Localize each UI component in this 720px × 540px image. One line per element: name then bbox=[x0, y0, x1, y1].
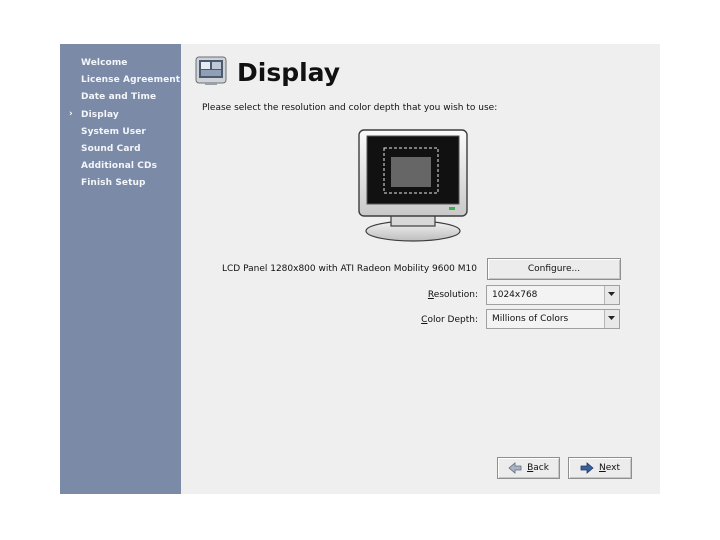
sidebar-item-date-and-time: Date and Time bbox=[81, 92, 157, 102]
display-settings-icon bbox=[195, 56, 227, 85]
next-button[interactable]: Next bbox=[568, 457, 632, 479]
sidebar-item-license-agreement: License Agreement bbox=[81, 75, 181, 85]
configure-button[interactable]: Configure... bbox=[487, 258, 621, 280]
resolution-label: Resolution: bbox=[428, 290, 478, 300]
sidebar-item-welcome: Welcome bbox=[81, 58, 128, 68]
sidebar-item-finish-setup: Finish Setup bbox=[81, 178, 146, 188]
monitor-preview-icon bbox=[358, 129, 468, 242]
sidebar-item-additional-cds: Additional CDs bbox=[81, 161, 158, 171]
current-step-arrow-icon: › bbox=[69, 109, 73, 119]
chevron-down-icon[interactable] bbox=[604, 286, 619, 304]
color-depth-select[interactable]: Millions of Colors bbox=[486, 309, 620, 329]
instruction-text: Please select the resolution and color d… bbox=[202, 103, 498, 113]
next-label-rest: ext bbox=[605, 463, 620, 473]
steps-sidebar: Welcome License Agreement Date and Time … bbox=[60, 44, 181, 494]
color-depth-label: Color Depth: bbox=[421, 315, 478, 325]
firstboot-window: Welcome License Agreement Date and Time … bbox=[60, 44, 660, 494]
back-label-rest: ack bbox=[533, 463, 549, 473]
back-arrow-icon bbox=[508, 462, 522, 474]
color-depth-value: Millions of Colors bbox=[492, 314, 569, 324]
resolution-label-rest: esolution: bbox=[433, 290, 478, 300]
chevron-down-icon[interactable] bbox=[604, 310, 619, 328]
next-arrow-icon bbox=[580, 462, 594, 474]
sidebar-item-sound-card: Sound Card bbox=[81, 144, 141, 154]
back-button[interactable]: Back bbox=[497, 457, 560, 479]
sidebar-item-display: Display bbox=[81, 110, 119, 120]
video-adapter-label: LCD Panel 1280x800 with ATI Radeon Mobil… bbox=[221, 264, 477, 274]
next-mnemonic: N bbox=[599, 463, 606, 473]
sidebar-item-system-user: System User bbox=[81, 127, 146, 137]
content-area: Display Please select the resolution and… bbox=[181, 44, 660, 494]
color-depth-label-rest: olor Depth: bbox=[427, 315, 478, 325]
resolution-select[interactable]: 1024x768 bbox=[486, 285, 620, 305]
page-title: Display bbox=[237, 58, 341, 87]
resolution-value: 1024x768 bbox=[492, 290, 538, 300]
